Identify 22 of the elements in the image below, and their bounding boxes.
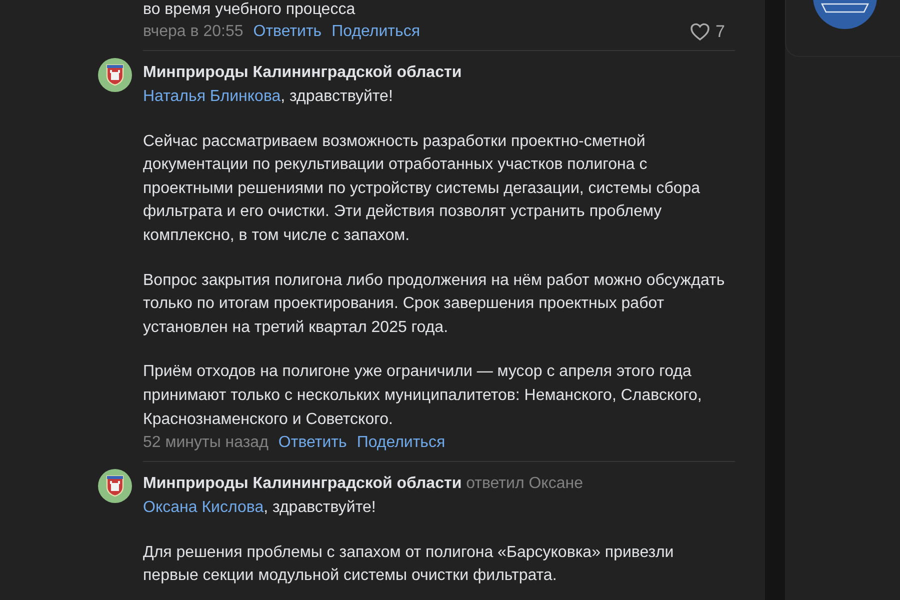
greeting-text: Наталья Блинкова, здравствуйте!: [143, 87, 394, 107]
action-link[interactable]: Ответить: [253, 20, 322, 44]
like-count: 7: [716, 21, 725, 43]
user-link[interactable]: Наталья Блинкова: [143, 88, 281, 105]
comment-paragraph: Приём отходов на полигоне уже ограничили — мусор с апреля этого года принимают только с нескольких муниципалитетов: Неманского, Славского, Краснознаменского и Советского.: [143, 362, 703, 430]
comment-time: вчера в 20:55: [143, 22, 244, 42]
action-link[interactable]: Поделиться: [356, 431, 446, 456]
greeting-text: Оксана Кислова, здравствуйте!: [143, 498, 377, 518]
author-name[interactable]: Минприроды Калининградской области: [143, 475, 462, 492]
action-link[interactable]: Поделиться: [332, 20, 420, 44]
heart-icon[interactable]: [690, 23, 710, 41]
comment-paragraph: Для решения проблемы с запахом от полигона «Барсуковка» привезли первые секции модульной системы очистки фильтрата.: [143, 542, 675, 586]
comment-paragraph: Вопрос закрытия полигона либо продолжения на нём работ можно обсуждать только по итогам проектирования. Срок завершения проектных работ установлен на третий квартал 2025 года.: [143, 270, 725, 338]
action-link[interactable]: Ответить: [278, 431, 347, 456]
comment-text: во время учебного процесса: [143, 0, 356, 20]
avatar-icon[interactable]: [98, 58, 132, 92]
author-name[interactable]: Минприроды Калининградской области: [143, 64, 462, 81]
user-link[interactable]: Оксана Кислова: [143, 499, 264, 516]
reply-note: ответил Оксане: [466, 475, 583, 492]
comment-paragraph: Сейчас рассматриваем возможность разработки проектно-сметной документации по рекультивации отработанных участков полигона с проектными решениями по устройству системы дегазации, системы сбора фильтрата и его очистки. Эти действия позволят устранить проблему комплексно, в том числе с запахом.: [143, 132, 702, 246]
comment-time: 52 минуты назад: [143, 433, 268, 454]
avatar-icon[interactable]: [98, 469, 132, 504]
